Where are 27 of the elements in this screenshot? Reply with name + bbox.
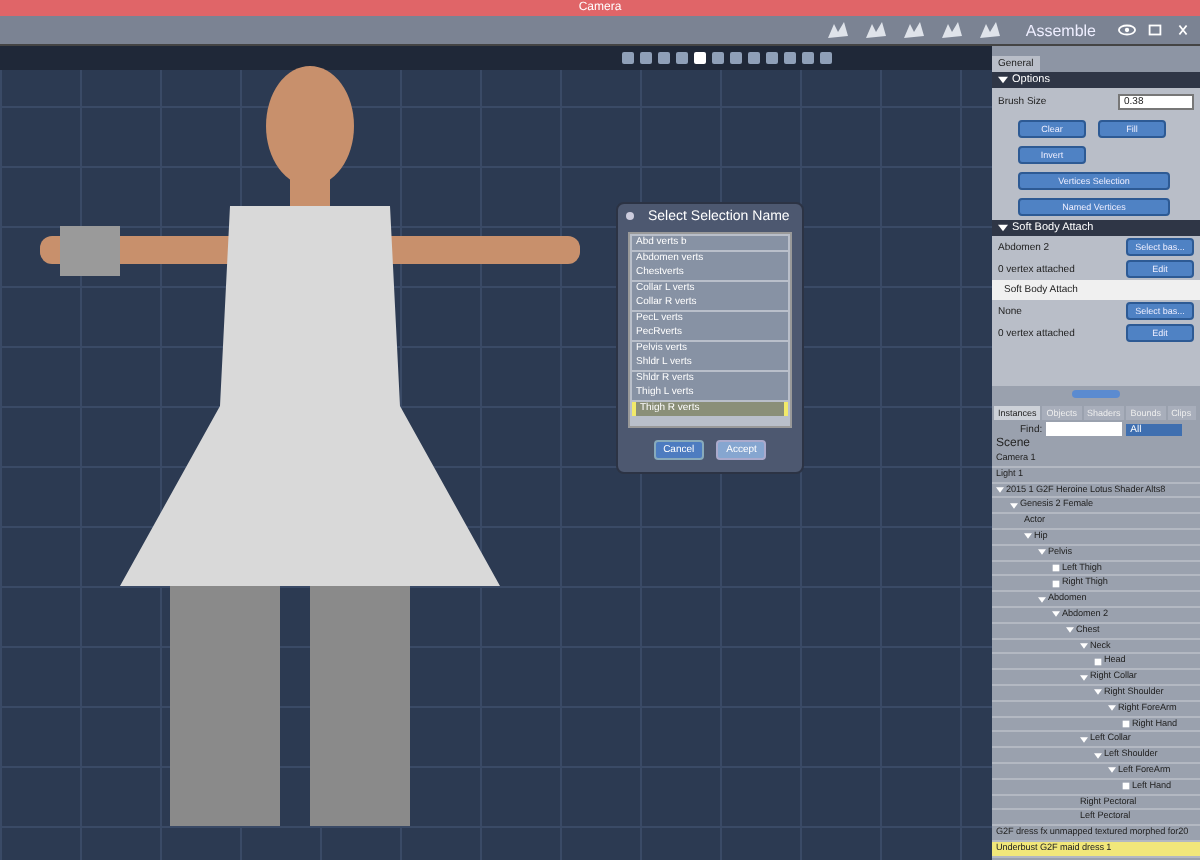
find-field[interactable]: [1046, 422, 1123, 436]
tree-toggle-icon[interactable]: [1122, 719, 1130, 728]
tree-toggle-icon[interactable]: [1094, 688, 1102, 697]
tree-toggle-icon[interactable]: [1080, 673, 1088, 682]
expand-arrow-icon[interactable]: [998, 224, 1008, 232]
tree-toggle-icon[interactable]: [1094, 657, 1102, 666]
restore-icon[interactable]: [1146, 24, 1164, 36]
tree-toggle-icon[interactable]: [1066, 626, 1074, 635]
expand-arrow-icon[interactable]: [998, 76, 1008, 84]
tree-toggle-icon[interactable]: [1038, 595, 1046, 604]
tree-toggle-icon[interactable]: [1038, 548, 1046, 557]
tree-toggle-icon[interactable]: [1080, 735, 1088, 744]
layout-mode-label[interactable]: Assemble: [1025, 21, 1096, 39]
tree-toggle-icon[interactable]: [1052, 610, 1060, 619]
tree-toggle-icon[interactable]: [1010, 501, 1018, 510]
tree-toggle-icon[interactable]: [996, 485, 1004, 494]
tree-toggle-icon[interactable]: [1052, 563, 1060, 572]
close-icon[interactable]: [1174, 24, 1192, 36]
tree-toggle-icon[interactable]: [1052, 579, 1060, 588]
tree-toggle-icon[interactable]: [1108, 766, 1116, 775]
tree-toggle-icon[interactable]: [1080, 641, 1088, 650]
tree-toggle-icon[interactable]: [1024, 532, 1032, 541]
tree-toggle-icon[interactable]: [1122, 782, 1130, 791]
tree-toggle-icon[interactable]: [1094, 751, 1102, 760]
tree-toggle-icon[interactable]: [1108, 704, 1116, 713]
eye-icon[interactable]: [1118, 24, 1136, 36]
splitter-handle[interactable]: [1072, 390, 1120, 398]
